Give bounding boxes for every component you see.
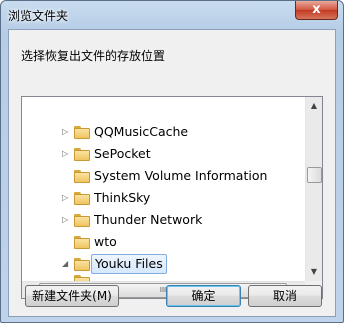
tree-row-label: Thunder Network bbox=[94, 212, 203, 227]
tree-row[interactable]: wto bbox=[22, 231, 305, 253]
tree-row[interactable]: ▷ QQMusicCache bbox=[22, 121, 305, 143]
folder-icon bbox=[74, 170, 90, 183]
ok-button[interactable]: 确定 bbox=[166, 285, 241, 307]
prompt-text: 选择恢复出文件的存放位置 bbox=[21, 49, 166, 63]
tree-row-label: wto bbox=[94, 234, 117, 249]
tree-row[interactable]: ▷ Thunder Network bbox=[22, 209, 305, 231]
scroll-down-arrow-icon[interactable]: ▼ bbox=[306, 267, 322, 276]
tree-row-label: Youku Files bbox=[91, 254, 167, 274]
folder-icon bbox=[74, 148, 90, 161]
tree-row-label: QQMusicCache bbox=[94, 124, 189, 139]
tree-row-label: SePocket bbox=[94, 146, 151, 161]
vertical-scroll-thumb[interactable] bbox=[307, 167, 322, 183]
folder-tree[interactable]: ▷ QQMusicCache ▷ SePocket System Volume Info… bbox=[21, 96, 323, 299]
browse-folder-dialog: 浏览文件夹 x 选择恢复出文件的存放位置 ▷ QQMusicCache ▷ SePoc… bbox=[0, 0, 344, 323]
cancel-button[interactable]: 取消 bbox=[248, 285, 322, 307]
triangle-right-icon[interactable]: ▷ bbox=[62, 121, 72, 143]
tree-row[interactable]: System Volume Information bbox=[22, 165, 305, 187]
folder-icon bbox=[74, 236, 90, 249]
new-folder-button[interactable]: 新建文件夹(M) bbox=[25, 285, 119, 307]
triangle-right-icon[interactable]: ▷ bbox=[62, 143, 72, 165]
folder-icon bbox=[74, 126, 90, 139]
tree-row[interactable]: ◢ Youku Files bbox=[22, 253, 305, 275]
tree-row[interactable]: ▷ SePocket bbox=[22, 143, 305, 165]
scroll-up-arrow-icon[interactable]: ▲ bbox=[306, 101, 322, 110]
folder-icon bbox=[74, 214, 90, 227]
tree-row[interactable]: ▷ ThinkSky bbox=[22, 187, 305, 209]
triangle-down-icon[interactable]: ◢ bbox=[62, 253, 72, 275]
dialog-client-area: 选择恢复出文件的存放位置 ▷ QQMusicCache ▷ SePocket Syste… bbox=[8, 29, 336, 317]
window-title: 浏览文件夹 bbox=[8, 9, 69, 23]
folder-icon bbox=[74, 192, 90, 205]
vertical-scrollbar[interactable]: ▲ ▼ bbox=[305, 97, 322, 281]
title-bar[interactable]: 浏览文件夹 x bbox=[1, 1, 343, 29]
close-button[interactable]: x bbox=[295, 1, 338, 20]
folder-tree-rows: ▷ QQMusicCache ▷ SePocket System Volume Info… bbox=[22, 97, 305, 281]
triangle-right-icon[interactable]: ▷ bbox=[62, 209, 72, 231]
partial-tree-row bbox=[22, 97, 305, 111]
triangle-right-icon[interactable]: ▷ bbox=[62, 187, 72, 209]
tree-row-label: System Volume Information bbox=[94, 168, 268, 183]
tree-row-label: ThinkSky bbox=[94, 190, 151, 205]
folder-icon bbox=[74, 258, 90, 271]
